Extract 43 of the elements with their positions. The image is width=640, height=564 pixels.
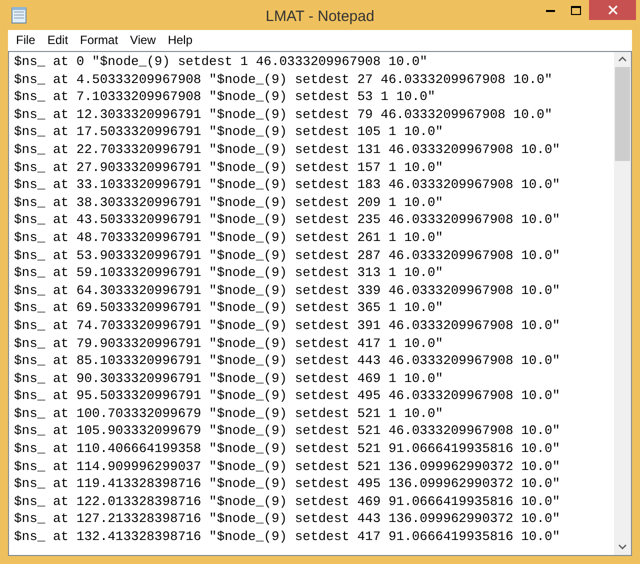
menu-item[interactable]: Help (162, 31, 199, 49)
text-line: $ns_ at 95.5033320996791 "$node_(9) setdest 495 46.0333209967908 10.0" (14, 387, 560, 405)
text-line: $ns_ at 38.3033320996791 "$node_(9) setdest 209 1 10.0" (14, 194, 444, 212)
text-line: $ns_ at 69.5033320996791 "$node_(9) setdest 365 1 10.0" (14, 299, 444, 317)
text-line: $ns_ at 90.3033320996791 "$node_(9) setdest 469 1 10.0" (14, 370, 444, 388)
text-line: $ns_ at 85.1033320996791 "$node_(9) setdest 443 46.0333209967908 10.0" (14, 352, 560, 370)
text-line: $ns_ at 17.5033320996791 "$node_(9) setdest 105 1 10.0" (14, 123, 444, 141)
text-line: $ns_ at 114.909996299037 "$node_(9) setdest 521 136.099962990372 10.0" (14, 458, 560, 476)
text-line: $ns_ at 110.406664199358 "$node_(9) setdest 521 91.0666419935816 10.0" (14, 440, 560, 458)
text-line: $ns_ at 79.9033320996791 "$node_(9) setdest 417 1 10.0" (14, 334, 444, 352)
scrollbar[interactable] (614, 52, 631, 555)
text-line: $ns_ at 53.9033320996791 "$node_(9) setdest 287 46.0333209967908 10.0" (14, 246, 560, 264)
minimize-icon (546, 8, 554, 12)
text-line: $ns_ at 119.413328398716 "$node_(9) setdest 495 136.099962990372 10.0" (14, 475, 560, 493)
text-line: $ns_ at 127.213328398716 "$node_(9) setdest 443 136.099962990372 10.0" (14, 510, 560, 528)
text-line: $ns_ at 74.7033320996791 "$node_(9) setdest 391 46.0333209967908 10.0" (14, 316, 560, 334)
text-line: $ns_ at 22.7033320996791 "$node_(9) setdest 131 46.0333209967908 10.0" (14, 140, 560, 159)
text-line: $ns_ at 12.3033320996791 "$node_(9) setdest 79 46.0333209967908 10.0" (14, 106, 552, 124)
text-line: $ns_ at 64.3033320996791 "$node_(9) setdest 339 46.0333209967908 10.0" (14, 282, 560, 300)
text-line: $ns_ at 7.10333209967908 "$node_(9) setdest 53 1 10.0" (14, 88, 436, 106)
text-line: $ns_ at 27.9033320996791 "$node_(9) setdest 157 1 10.0" (14, 158, 444, 176)
text-line: $ns_ at 48.7033320996791 "$node_(9) setdest 261 1 10.0" (14, 228, 444, 247)
text-line: $ns_ at 132.413328398716 "$node_(9) setdest 417 91.0666419935816 10.0" (14, 528, 560, 546)
text-line: $ns_ at 100.703332099679 "$node_(9) setdest 521 1 10.0" (14, 404, 444, 422)
menu-item[interactable]: Edit (41, 31, 74, 49)
text-line: $ns_ at 4.50333209967908 "$node_(9) setdest 27 46.0333209967908 10.0" (14, 70, 552, 88)
notepad-icon[interactable] (11, 6, 27, 24)
close-button[interactable] (589, 0, 636, 20)
text-line: $ns_ at 0 "$node_(9) setdest 1 46.0333209967908 10.0" (14, 53, 428, 71)
text-line: $ns_ at 105.903332099679 "$node_(9) setdest 521 46.0333209967908 10.0" (14, 422, 560, 440)
text-line: $ns_ at 33.1033320996791 "$node_(9) setdest 183 46.0333209967908 10.0" (14, 176, 560, 194)
scroll-thumb[interactable] (615, 67, 630, 161)
text-line: $ns_ at 43.5033320996791 "$node_(9) setdest 235 46.0333209967908 10.0" (14, 211, 560, 229)
text-line: $ns_ at 122.013328398716 "$node_(9) setdest 469 91.0666419935816 10.0" (14, 492, 560, 510)
menu-item[interactable]: File (10, 31, 42, 49)
maximize-icon (571, 6, 581, 14)
menu-item[interactable]: Format (74, 31, 124, 49)
scroll-down-icon[interactable] (618, 544, 627, 550)
close-icon (608, 5, 618, 15)
window-title: LMAT - Notepad (266, 7, 374, 27)
scroll-up-icon[interactable] (618, 56, 627, 62)
menu-item[interactable]: View (124, 31, 162, 49)
text-line: $ns_ at 59.1033320996791 "$node_(9) setdest 313 1 10.0" (14, 264, 444, 282)
